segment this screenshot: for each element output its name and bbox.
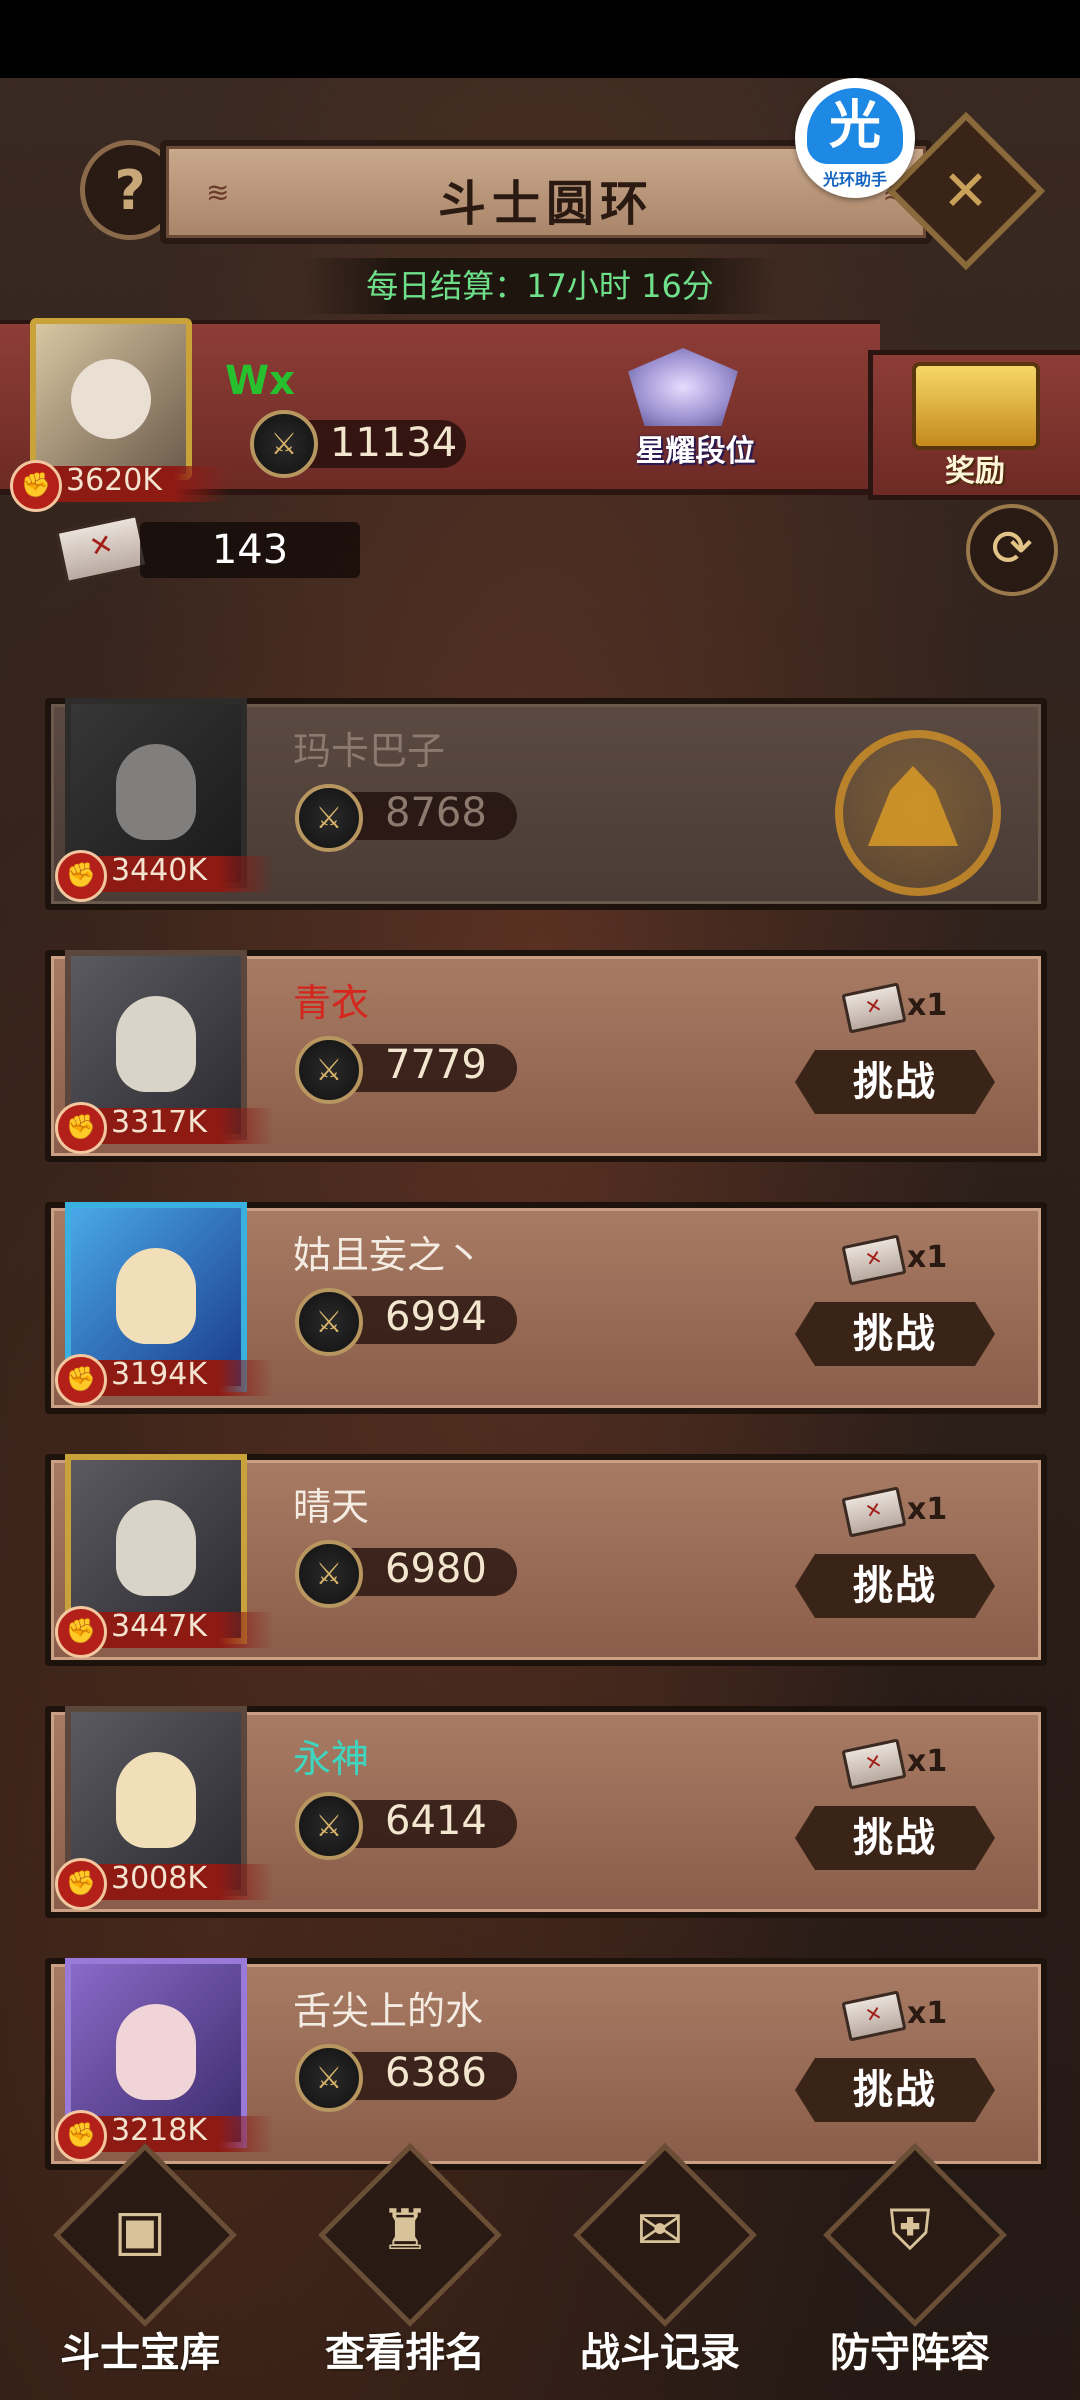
challenge-button[interactable]: 挑战: [795, 1050, 995, 1114]
refresh-icon: ⟳: [991, 519, 1033, 577]
opponent-card: 姑且妄之丶 ⚔ 6994 ✊ 3194K ✕ x1 挑战: [45, 1184, 1047, 1414]
ticket-counter: ✕ 143: [55, 513, 360, 585]
opponent-power-value: 3440K: [111, 853, 208, 888]
rank-badge-icon: ⚔: [295, 1288, 363, 1356]
opponent-card: 晴天 ⚔ 6980 ✊ 3447K ✕ x1 挑战: [45, 1436, 1047, 1666]
rank-label: 星耀段位: [635, 434, 756, 469]
rank-badge-icon: ⚔: [250, 410, 318, 478]
status-bar: [0, 0, 1080, 78]
opponent-power-value: 3317K: [111, 1105, 208, 1140]
ticket-icon: ✕: [55, 513, 149, 585]
opponent-power-value: 3447K: [111, 1609, 208, 1644]
reward-label: 奖励: [945, 454, 1005, 489]
opponent-card: 玛卡巴子 ⚔ 8768 ✊ 3440K: [45, 680, 1047, 910]
opponent-score: 6994: [385, 1294, 487, 1340]
refresh-button[interactable]: ⟳: [966, 504, 1058, 596]
opponent-name: 晴天: [293, 1485, 370, 1529]
opponent-power-value: 3008K: [111, 1861, 208, 1896]
shield-icon: ⛨: [889, 2198, 931, 2263]
halo-assistant-widget[interactable]: 光 光环助手: [795, 78, 915, 198]
opponent-card: 舌尖上的水 ⚔ 6386 ✊ 3218K ✕ x1 挑战: [45, 1940, 1047, 2170]
scroll-icon: ✉: [636, 2198, 684, 2263]
opponent-name: 姑且妄之丶: [293, 1233, 484, 1277]
rank-badge-icon: ⚔: [295, 1036, 363, 1104]
opponent-score: 6414: [385, 1798, 487, 1844]
fist-icon: ✊: [55, 1102, 107, 1154]
player-power-value: 3620K: [66, 463, 163, 498]
rank-badge-icon: ⚔: [295, 2044, 363, 2112]
opponent-name: 青衣: [293, 981, 370, 1025]
fist-icon: ✊: [10, 460, 62, 512]
close-icon: ✕: [942, 158, 990, 224]
portrait-face: [116, 996, 196, 1092]
player-name: Wx: [225, 358, 295, 404]
ticket-cost: x1: [907, 1996, 948, 2031]
ticket-cost: x1: [907, 1744, 948, 1779]
player-avatar[interactable]: [30, 318, 192, 480]
portrait-face: [116, 1500, 196, 1596]
ticket-cost: x1: [907, 1492, 948, 1527]
trophy-icon: ♜: [379, 2198, 431, 2263]
stamp-mark: [868, 766, 958, 846]
nav-battle-record[interactable]: ✉ 战斗记录: [545, 2143, 775, 2376]
nav-label: 查看排名: [325, 2330, 485, 2376]
opponent-name: 舌尖上的水: [293, 1989, 484, 2033]
opponent-card: 永神 ⚔ 6414 ✊ 3008K ✕ x1 挑战: [45, 1688, 1047, 1918]
nav-defense-lineup[interactable]: ⛨ 防守阵容: [795, 2143, 1025, 2376]
reward-chest-icon: [912, 362, 1040, 450]
challenge-button[interactable]: 挑战: [795, 1302, 995, 1366]
opponent-score: 6386: [385, 2050, 487, 2096]
portrait-face: [116, 2004, 196, 2100]
nav-view-ranking[interactable]: ♜ 查看排名: [290, 2143, 520, 2376]
ticket-cost: x1: [907, 1240, 948, 1275]
challenge-button[interactable]: 挑战: [795, 2058, 995, 2122]
opponent-name: 永神: [293, 1737, 370, 1781]
ticket-cost: x1: [907, 988, 948, 1023]
opponent-power-value: 3218K: [111, 2113, 208, 2148]
nav-fighter-vault[interactable]: ▣ 斗士宝库: [25, 2143, 255, 2376]
halo-assistant-label: 光环助手: [822, 170, 887, 189]
nav-label: 斗士宝库: [60, 2330, 220, 2376]
fist-icon: ✊: [55, 1858, 107, 1910]
challenge-button[interactable]: 挑战: [795, 1554, 995, 1618]
nav-label: 防守阵容: [830, 2330, 990, 2376]
portrait-face: [116, 1248, 196, 1344]
daily-settlement-timer: 每日结算：17小时 16分: [300, 258, 780, 314]
halo-assistant-logo: 光: [807, 88, 903, 164]
rank-badge-icon: ⚔: [295, 1792, 363, 1860]
opponent-score: 8768: [385, 790, 487, 836]
nav-label: 战斗记录: [580, 2330, 740, 2376]
rank-badge-icon: ⚔: [295, 784, 363, 852]
fist-icon: ✊: [55, 1606, 107, 1658]
opponent-power-value: 3194K: [111, 1357, 208, 1392]
opponent-score: 7779: [385, 1042, 487, 1088]
opponent-card: 青衣 ⚔ 7779 ✊ 3317K ✕ x1 挑战: [45, 932, 1047, 1162]
ticket-count: 143: [140, 522, 360, 578]
portrait-face: [116, 1752, 196, 1848]
challenge-button[interactable]: 挑战: [795, 1806, 995, 1870]
fist-icon: ✊: [55, 850, 107, 902]
portrait-face: [116, 744, 196, 840]
fist-icon: ✊: [55, 2110, 107, 2162]
defeated-stamp-icon: [835, 730, 1001, 896]
opponent-score: 6980: [385, 1546, 487, 1592]
fist-icon: ✊: [55, 1354, 107, 1406]
treasure-chest-icon: ▣: [113, 2198, 167, 2263]
player-score: 11134: [330, 420, 458, 466]
opponent-name: 玛卡巴子: [293, 729, 446, 773]
help-icon: ?: [114, 158, 146, 222]
rank-badge-icon: ⚔: [295, 1540, 363, 1608]
avatar-face: [71, 359, 151, 439]
